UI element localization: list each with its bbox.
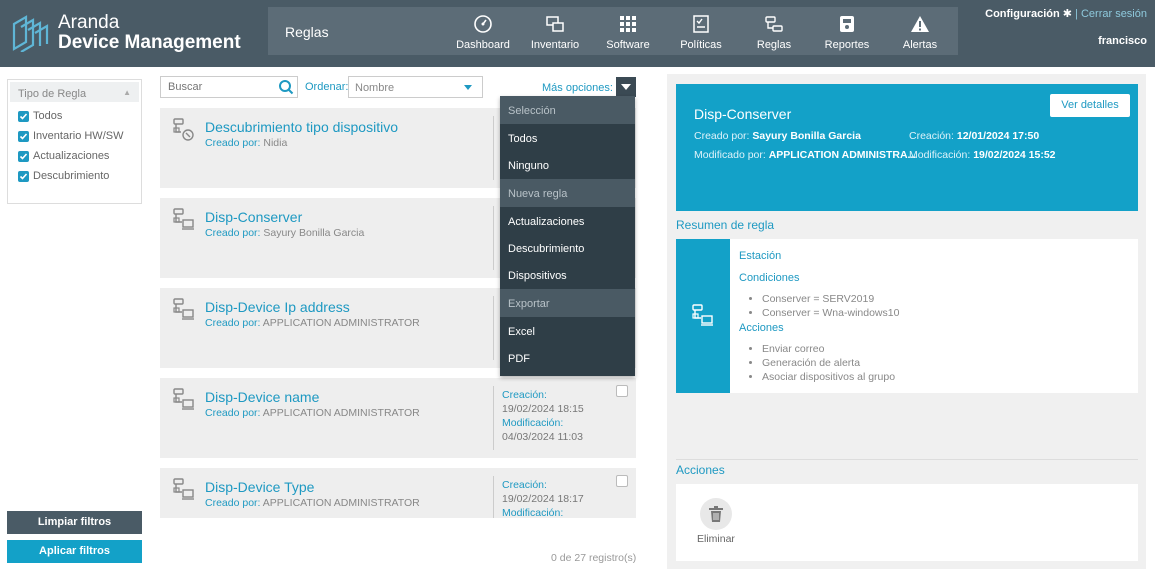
action-item: Asociar dispositivos al grupo: [762, 370, 895, 384]
detail-created-date: Creación: 12/01/2024 17:50: [909, 130, 1039, 142]
rule-author: Creado por: Sayury Bonilla Garcia: [205, 227, 364, 239]
rule-title[interactable]: Descubrimiento tipo dispositivo: [205, 119, 398, 135]
delete-label: Eliminar: [697, 533, 735, 545]
action-item: Generación de alerta: [762, 356, 895, 370]
summary-section-title: Resumen de regla: [676, 218, 775, 232]
device-rule-icon: [692, 304, 713, 326]
created-date: 19/02/2024 18:17: [502, 493, 584, 505]
value: APPLICATION ADMINISTRA...: [768, 149, 917, 161]
rule-select-checkbox[interactable]: [616, 385, 628, 397]
rule-author: Creado por: APPLICATION ADMINISTRATOR: [205, 317, 420, 329]
menu-item-new-updates-rule[interactable]: Actualizaciones: [500, 208, 635, 235]
rule-author: Creado por: APPLICATION ADMINISTRATOR: [205, 407, 420, 419]
rule-title[interactable]: Disp-Device Ip address: [205, 299, 350, 315]
view-details-button[interactable]: Ver detalles: [1050, 94, 1130, 117]
device-rule-icon: [173, 208, 194, 230]
detail-title: Disp-Conserver: [694, 106, 792, 122]
trash-icon: [709, 506, 723, 522]
rule-detail-header: Disp-Conserver Ver detalles Creado por: …: [676, 84, 1138, 211]
author-name: APPLICATION ADMINISTRATOR: [262, 317, 420, 329]
menu-section-header: Nueva regla: [500, 179, 635, 208]
label: Modificación:: [909, 149, 971, 161]
device-rule-icon: [173, 298, 194, 320]
modified-label: Modificación:: [502, 417, 564, 429]
created-label: Creación:: [502, 479, 547, 491]
created-by-label: Creado por:: [205, 317, 261, 329]
menu-section-header: Exportar: [500, 289, 635, 318]
modified-label: Modificación:: [502, 507, 564, 518]
device-rule-icon: [173, 478, 194, 500]
menu-item-new-devices-rule[interactable]: Dispositivos: [500, 262, 635, 289]
section-divider: [676, 459, 1138, 460]
rule-card[interactable]: Disp-Device name Creado por: APPLICATION…: [160, 378, 636, 458]
menu-section-header: Selección: [500, 96, 635, 125]
created-by-label: Creado por:: [205, 137, 261, 149]
conditions-label: Condiciones: [739, 272, 800, 284]
apply-filters-button[interactable]: Aplicar filtros: [7, 540, 142, 563]
actions-label: Acciones: [739, 322, 784, 334]
menu-item-new-discovery-rule[interactable]: Descubrimiento: [500, 235, 635, 262]
created-by-label: Creado por:: [205, 497, 261, 509]
card-divider: [493, 116, 494, 180]
author-name: Nidia: [263, 137, 288, 149]
device-rule-icon: [173, 388, 194, 410]
rule-dates: Creación: 19/02/2024 18:17 Modificación:: [502, 478, 584, 518]
author-name: Sayury Bonilla Garcia: [263, 227, 365, 239]
condition-item: Conserver = SERV2019: [762, 292, 899, 306]
card-divider: [493, 296, 494, 360]
label: Modificado por:: [694, 149, 766, 161]
created-by-label: Creado por:: [205, 227, 261, 239]
summary-icon-bar: [676, 239, 730, 393]
discovery-rule-icon: [173, 118, 194, 141]
more-options-menu: Selección Todos Ninguno Nueva regla Actu…: [500, 96, 635, 376]
value: Sayury Bonilla Garcia: [752, 130, 861, 142]
rule-author: Creado por: Nidia: [205, 137, 287, 149]
label: Creación:: [909, 130, 954, 142]
action-item: Enviar correo: [762, 342, 895, 356]
menu-item-export-pdf[interactable]: PDF: [500, 345, 635, 372]
value: 19/02/2024 15:52: [973, 149, 1056, 161]
rule-select-checkbox[interactable]: [616, 475, 628, 487]
actions-section-title: Acciones: [676, 463, 725, 477]
rule-title[interactable]: Disp-Device Type: [205, 479, 314, 495]
rule-card[interactable]: Disp-Device Type Creado por: APPLICATION…: [160, 468, 636, 518]
rule-dates: Creación: 19/02/2024 18:15 Modificación:…: [502, 388, 584, 444]
card-divider: [493, 206, 494, 270]
menu-item-export-excel[interactable]: Excel: [500, 318, 635, 345]
detail-modified-by: Modificado por: APPLICATION ADMINISTRA..…: [694, 149, 916, 161]
detail-created-by: Creado por: Sayury Bonilla Garcia: [694, 130, 861, 142]
modified-date: 04/03/2024 11:03: [502, 431, 583, 443]
station-label: Estación: [739, 250, 782, 262]
created-by-label: Creado por:: [205, 407, 261, 419]
author-name: APPLICATION ADMINISTRATOR: [262, 407, 420, 419]
conditions-list: Conserver = SERV2019 Conserver = Wna-win…: [752, 292, 899, 320]
actions-card: Eliminar: [676, 484, 1138, 561]
menu-item-select-all[interactable]: Todos: [500, 125, 635, 152]
rule-author: Creado por: APPLICATION ADMINISTRATOR: [205, 497, 420, 509]
rule-title[interactable]: Disp-Device name: [205, 389, 319, 405]
author-name: APPLICATION ADMINISTRATOR: [262, 497, 420, 509]
created-label: Creación:: [502, 389, 547, 401]
menu-item-select-none[interactable]: Ninguno: [500, 152, 635, 179]
delete-button[interactable]: [700, 498, 732, 530]
label: Creado por:: [694, 130, 750, 142]
actions-list: Enviar correo Generación de alerta Asoci…: [752, 342, 895, 384]
detail-modified-date: Modificación: 19/02/2024 15:52: [909, 149, 1056, 161]
rule-summary-card: Estación Condiciones Conserver = SERV201…: [676, 239, 1138, 393]
card-divider: [493, 476, 494, 518]
records-count: 0 de 27 registro(s): [551, 552, 637, 564]
created-date: 19/02/2024 18:15: [502, 403, 584, 415]
value: 12/01/2024 17:50: [956, 130, 1040, 142]
condition-item: Conserver = Wna-windows10: [762, 306, 899, 320]
rule-title[interactable]: Disp-Conserver: [205, 209, 302, 225]
card-divider: [493, 386, 494, 450]
